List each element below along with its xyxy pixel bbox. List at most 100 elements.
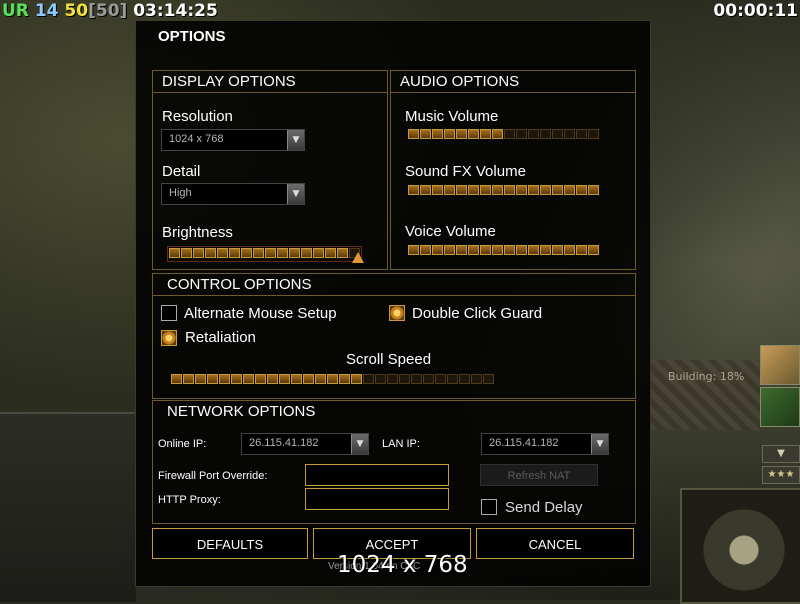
slider-segment[interactable] [540, 129, 551, 139]
slider-segment[interactable] [528, 245, 539, 255]
slider-segment[interactable] [432, 245, 443, 255]
slider-segment[interactable] [265, 248, 276, 258]
retaliation-checkbox[interactable] [161, 330, 177, 346]
online-ip-dropdown[interactable]: 26.115.41.182 ▼ [241, 433, 369, 455]
slider-segment[interactable] [408, 185, 419, 195]
slider-segment[interactable] [576, 185, 587, 195]
sound-fx-volume-slider[interactable] [408, 185, 599, 197]
lan-ip-dropdown[interactable]: 26.115.41.182 ▼ [481, 433, 609, 455]
slider-segment[interactable] [313, 248, 324, 258]
slider-segment[interactable] [195, 374, 206, 384]
chevron-down-icon[interactable]: ▼ [287, 184, 304, 204]
slider-segment[interactable] [456, 129, 467, 139]
alternate-mouse-checkbox[interactable] [161, 305, 177, 321]
slider-segment[interactable] [552, 129, 563, 139]
slider-segment[interactable] [387, 374, 398, 384]
slider-segment[interactable] [327, 374, 338, 384]
slider-segment[interactable] [420, 245, 431, 255]
rank-stars-button[interactable]: ★★★ [762, 466, 800, 484]
slider-segment[interactable] [183, 374, 194, 384]
slider-segment[interactable] [267, 374, 278, 384]
slider-segment[interactable] [576, 245, 587, 255]
slider-segment[interactable] [291, 374, 302, 384]
slider-segment[interactable] [459, 374, 470, 384]
slider-segment[interactable] [169, 248, 180, 258]
chevron-down-icon[interactable]: ▼ [287, 130, 304, 150]
slider-segment[interactable] [528, 185, 539, 195]
slider-segment[interactable] [564, 129, 575, 139]
slider-segment[interactable] [301, 248, 312, 258]
slider-segment[interactable] [588, 129, 599, 139]
slider-segment[interactable] [399, 374, 410, 384]
double-click-guard-checkbox[interactable] [389, 305, 405, 321]
slider-segment[interactable] [193, 248, 204, 258]
slider-segment[interactable] [444, 245, 455, 255]
slider-segment[interactable] [588, 245, 599, 255]
slider-segment[interactable] [468, 245, 479, 255]
slider-segment[interactable] [339, 374, 350, 384]
slider-segment[interactable] [492, 185, 503, 195]
slider-segment[interactable] [420, 129, 431, 139]
slider-segment[interactable] [411, 374, 422, 384]
brightness-slider[interactable] [167, 246, 362, 262]
slider-segment[interactable] [363, 374, 374, 384]
slider-segment[interactable] [468, 185, 479, 195]
slider-segment[interactable] [229, 248, 240, 258]
unit-portrait[interactable] [760, 345, 800, 385]
slider-segment[interactable] [540, 245, 551, 255]
slider-segment[interactable] [408, 129, 419, 139]
slider-segment[interactable] [492, 129, 503, 139]
slider-segment[interactable] [588, 185, 599, 195]
slider-segment[interactable] [480, 129, 491, 139]
slider-segment[interactable] [408, 245, 419, 255]
slider-segment[interactable] [456, 245, 467, 255]
slider-segment[interactable] [241, 248, 252, 258]
slider-segment[interactable] [483, 374, 494, 384]
slider-segment[interactable] [435, 374, 446, 384]
slider-segment[interactable] [217, 248, 228, 258]
brightness-thumb-icon[interactable] [352, 252, 364, 263]
slider-segment[interactable] [516, 185, 527, 195]
slider-segment[interactable] [504, 129, 515, 139]
slider-segment[interactable] [576, 129, 587, 139]
slider-segment[interactable] [279, 374, 290, 384]
music-volume-slider[interactable] [408, 129, 599, 141]
detail-dropdown[interactable]: High ▼ [161, 183, 305, 205]
slider-segment[interactable] [351, 374, 362, 384]
resolution-dropdown[interactable]: 1024 x 768 ▼ [161, 129, 305, 151]
slider-segment[interactable] [205, 248, 216, 258]
slider-segment[interactable] [564, 245, 575, 255]
slider-segment[interactable] [315, 374, 326, 384]
refresh-nat-button[interactable]: Refresh NAT [480, 464, 598, 486]
slider-segment[interactable] [468, 129, 479, 139]
slider-segment[interactable] [480, 245, 491, 255]
slider-segment[interactable] [375, 374, 386, 384]
send-delay-checkbox[interactable] [481, 499, 497, 515]
scroll-down-button[interactable]: ▼ [762, 445, 800, 463]
slider-segment[interactable] [432, 185, 443, 195]
http-proxy-field[interactable] [305, 488, 449, 510]
slider-segment[interactable] [564, 185, 575, 195]
slider-segment[interactable] [492, 245, 503, 255]
slider-segment[interactable] [289, 248, 300, 258]
radar-minimap[interactable] [680, 488, 800, 604]
slider-segment[interactable] [171, 374, 182, 384]
slider-segment[interactable] [423, 374, 434, 384]
slider-segment[interactable] [552, 185, 563, 195]
slider-segment[interactable] [444, 129, 455, 139]
slider-segment[interactable] [516, 129, 527, 139]
slider-segment[interactable] [181, 248, 192, 258]
chevron-down-icon[interactable]: ▼ [591, 434, 608, 454]
voice-volume-slider[interactable] [408, 245, 599, 257]
scroll-speed-slider[interactable] [171, 374, 494, 386]
slider-segment[interactable] [253, 248, 264, 258]
defaults-button[interactable]: DEFAULTS [152, 528, 308, 559]
slider-segment[interactable] [207, 374, 218, 384]
slider-segment[interactable] [516, 245, 527, 255]
slider-segment[interactable] [528, 129, 539, 139]
slider-segment[interactable] [277, 248, 288, 258]
slider-segment[interactable] [447, 374, 458, 384]
rank-portrait[interactable] [760, 387, 800, 427]
slider-segment[interactable] [480, 185, 491, 195]
slider-segment[interactable] [456, 185, 467, 195]
